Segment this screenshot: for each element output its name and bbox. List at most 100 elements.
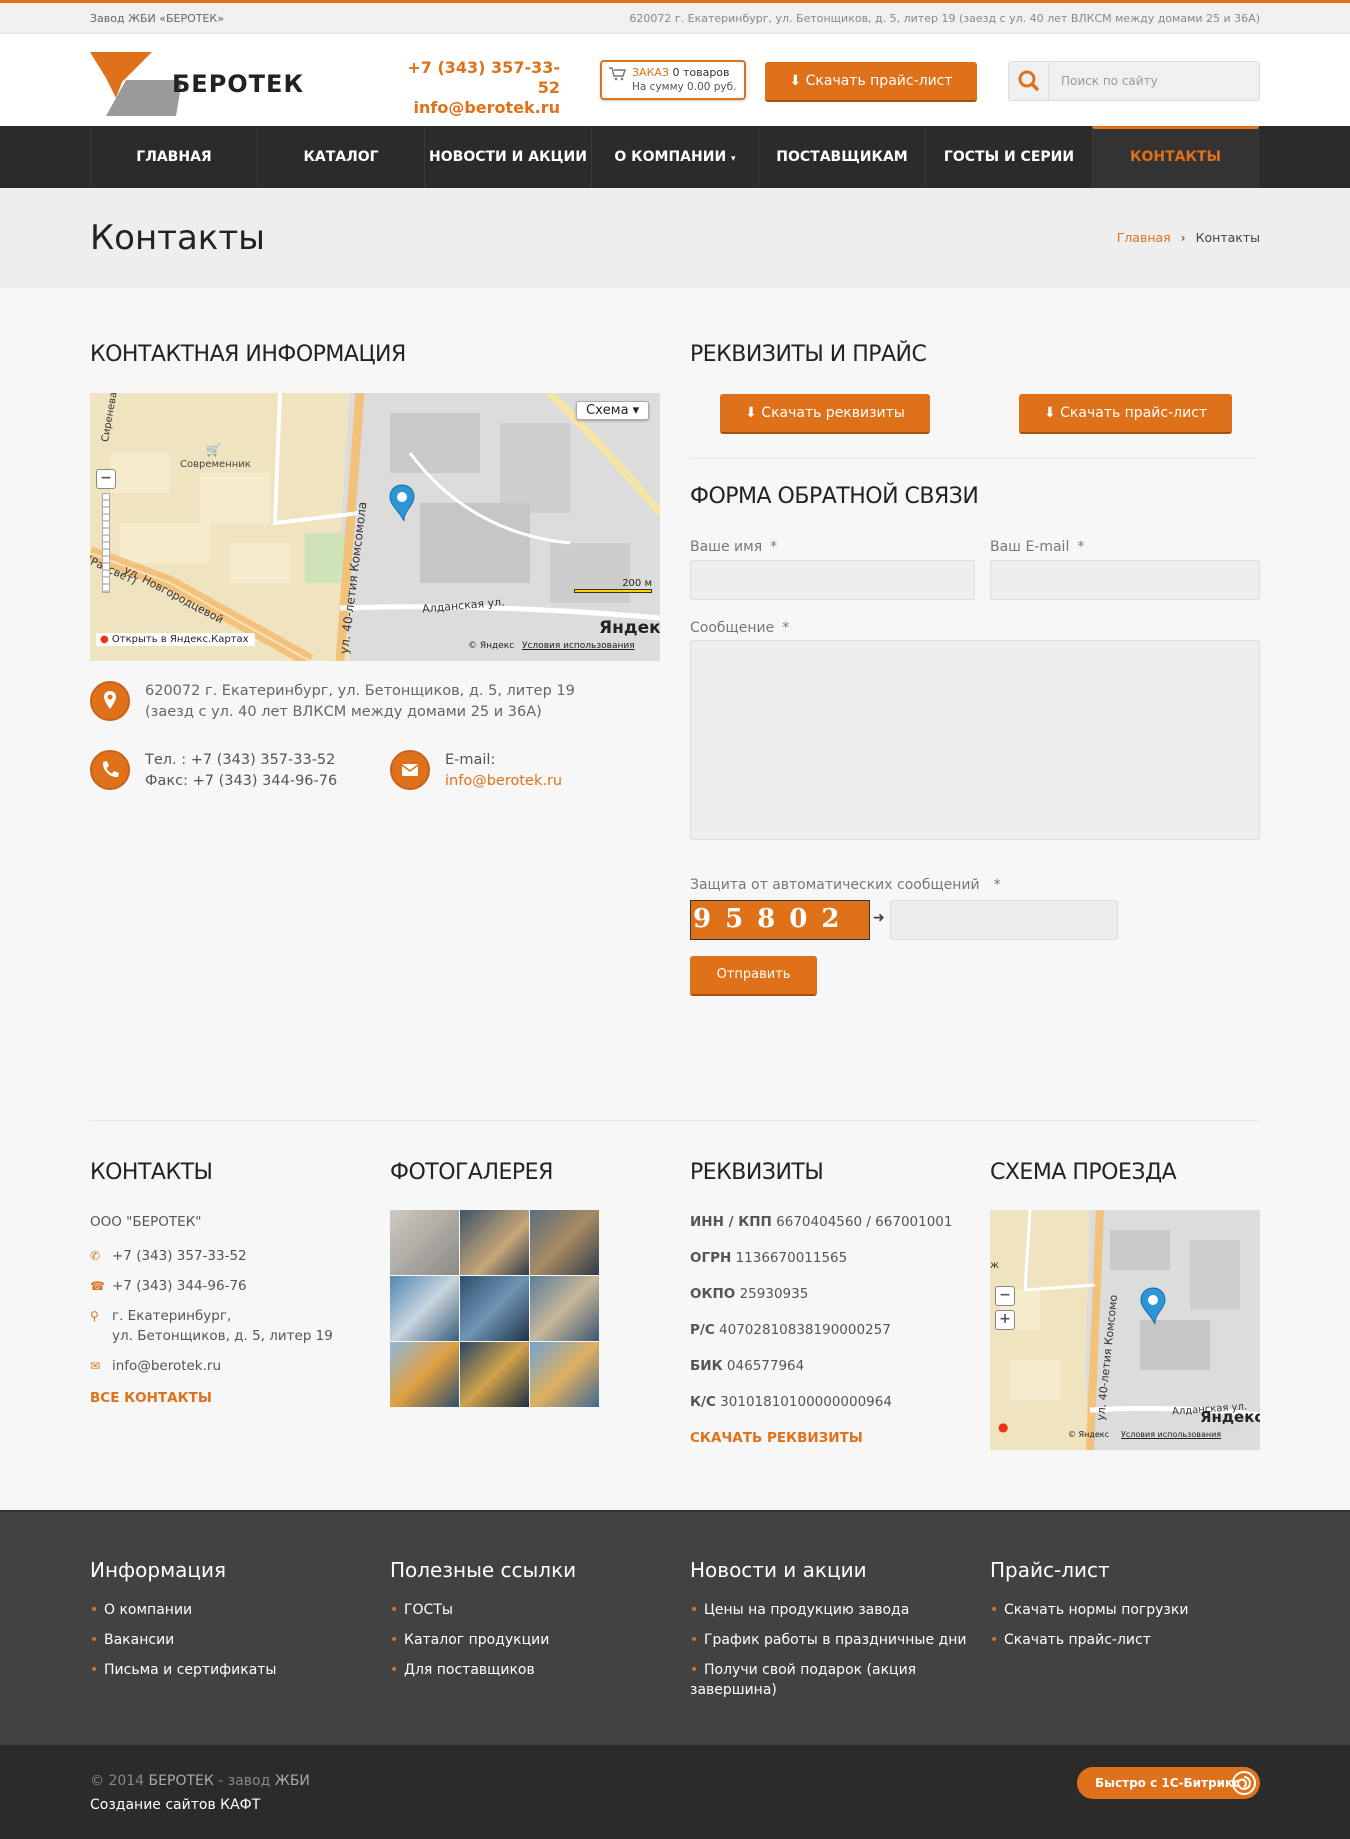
gallery-thumb[interactable] — [530, 1276, 599, 1341]
footer-link[interactable]: Получи свой подарок (акция — [690, 1660, 916, 1680]
map-terms-link[interactable]: Условия использования — [522, 641, 635, 651]
email-block: E-mail: info@berotek.ru — [445, 750, 562, 792]
gallery-thumb[interactable] — [460, 1276, 529, 1341]
address-block: 620072 г. Екатеринбург, ул. Бетонщиков, … — [145, 681, 575, 723]
topbar-company: Завод ЖБИ «БЕРОТЕК» — [90, 12, 224, 25]
site-creator-link[interactable]: Создание сайтов КАФТ — [90, 1797, 260, 1813]
search-box[interactable]: Поиск по сайту — [1008, 61, 1260, 101]
gallery-thumb[interactable] — [460, 1210, 529, 1275]
captcha-label: Защита от автоматических сообщений * — [690, 877, 1001, 893]
name-field[interactable] — [690, 560, 975, 600]
map-pin-icon — [1140, 1287, 1166, 1325]
footer-fax: ☎ +7 (343) 344-96-76 — [90, 1278, 247, 1294]
download-requisites-button[interactable]: ⬇ Скачать реквизиты — [720, 394, 930, 434]
message-textarea[interactable] — [690, 640, 1260, 840]
zoom-track[interactable] — [102, 493, 110, 593]
shopping-cart-icon: 🛒 — [206, 443, 221, 457]
gallery-thumb[interactable] — [390, 1210, 459, 1275]
gallery-thumb[interactable] — [390, 1342, 459, 1407]
footer-link[interactable]: Скачать нормы погрузки — [990, 1600, 1188, 1620]
captcha-code: 95802 — [693, 904, 854, 934]
search-icon[interactable] — [1009, 62, 1049, 100]
footer-link[interactable]: О компании — [90, 1600, 192, 1620]
map-copyright: © Яндекс — [468, 641, 515, 651]
footer-link[interactable]: Скачать прайс-лист — [990, 1630, 1151, 1650]
gallery-thumb[interactable] — [530, 1342, 599, 1407]
zoom-out-icon[interactable]: − — [96, 469, 116, 489]
all-contacts-link[interactable]: ВСЕ КОНТАКТЫ — [90, 1390, 212, 1406]
footer-link-continuation[interactable]: завершина) — [690, 1680, 777, 1700]
email-field[interactable] — [990, 560, 1260, 600]
location-icon — [90, 681, 130, 721]
footer-col-title: Полезные ссылки — [390, 1558, 577, 1582]
open-yandex-maps-link[interactable]: ● Открыть в Яндекс.Картах — [96, 633, 255, 646]
zoom-slider[interactable]: − — [96, 469, 116, 599]
phone-block: Тел. : +7 (343) 357-33-52 Факс: +7 (343)… — [145, 750, 337, 792]
gallery-thumb[interactable] — [530, 1210, 599, 1275]
footer-link[interactable]: График работы в праздничные дни — [690, 1630, 967, 1650]
phone-icon: ✆ — [90, 1249, 101, 1263]
nav-item-catalog[interactable]: КАТАЛОГ — [257, 126, 424, 188]
map-terms-link[interactable]: Условия использования — [1121, 1430, 1221, 1439]
photo-gallery — [390, 1210, 600, 1407]
footer-contacts-heading: КОНТАКТЫ — [90, 1160, 213, 1185]
requisite-row: ИНН / КПП 6670404560 / 667001001 — [690, 1214, 953, 1230]
map-poi-label: Современник — [180, 459, 251, 470]
requisite-row: К/С 30101810100000000964 — [690, 1394, 892, 1410]
email-link[interactable]: info@berotek.ru — [445, 773, 562, 789]
map-scale: 200 м — [574, 578, 652, 593]
contact-map[interactable]: ул. 40-летия Комсомола Алданская ул. ул.… — [90, 393, 660, 661]
cart-widget[interactable]: ЗАКАЗ 0 товаров На сумму 0.00 руб. — [600, 60, 746, 100]
cart-label: ЗАКАЗ — [632, 66, 669, 79]
topbar-address: 620072 г. Екатеринбург, ул. Бетонщиков, … — [629, 12, 1260, 25]
header-email[interactable]: info@berotek.ru — [406, 98, 560, 118]
route-map-heading: СХЕМА ПРОЕЗДА — [990, 1160, 1177, 1185]
footer-email[interactable]: ✉ info@berotek.ru — [90, 1356, 221, 1376]
map-street-label: ж — [990, 1260, 1000, 1271]
cart-count: 0 товаров — [672, 66, 730, 79]
zoom-out-icon[interactable]: − — [995, 1286, 1015, 1306]
footer-link[interactable]: Для поставщиков — [390, 1660, 535, 1680]
name-label: Ваше имя * — [690, 539, 778, 555]
nav-item-about[interactable]: О КОМПАНИИ ▾ — [591, 126, 758, 188]
nav-item-home[interactable]: ГЛАВНАЯ — [90, 126, 257, 188]
footer-link[interactable]: Каталог продукции — [390, 1630, 549, 1650]
tel-line: Тел. : +7 (343) 357-33-52 — [145, 752, 336, 768]
caret-down-icon: ▾ — [731, 154, 736, 164]
zoom-in-icon[interactable]: + — [995, 1310, 1015, 1330]
submit-button[interactable]: Отправить — [690, 956, 817, 996]
divider — [90, 1120, 1260, 1121]
footer-link[interactable]: Письма и сертификаты — [90, 1660, 277, 1680]
envelope-icon — [390, 750, 430, 790]
map-marker-icon: ⚲ — [90, 1309, 99, 1323]
requisite-row: Р/С 40702810838190000257 — [690, 1322, 891, 1338]
cart-sum: На сумму 0.00 руб. — [632, 81, 737, 93]
nav-item-news[interactable]: НОВОСТИ И АКЦИИ — [424, 126, 591, 188]
open-yandex-maps-label: Открыть в Яндекс.Картах — [111, 634, 249, 645]
yandex-pin-icon: ● — [100, 634, 109, 645]
search-input[interactable]: Поиск по сайту — [1061, 74, 1158, 88]
footer-phone: ✆ +7 (343) 357-33-52 — [90, 1248, 247, 1264]
download-pricelist-button[interactable]: ⬇ Скачать прайс-лист — [1019, 394, 1232, 434]
footer-link[interactable]: ГОСТы — [390, 1600, 453, 1620]
breadcrumb-home[interactable]: Главная — [1117, 230, 1171, 245]
yandex-pin-icon[interactable]: ● — [998, 1420, 1008, 1434]
download-requisites-link[interactable]: СКАЧАТЬ РЕКВИЗИТЫ — [690, 1430, 863, 1446]
gallery-thumb[interactable] — [390, 1276, 459, 1341]
route-map[interactable]: ул. 40-летия Комсомо Алданская ул. ж − +… — [990, 1210, 1260, 1450]
download-price-button[interactable]: ⬇ Скачать прайс-лист — [765, 62, 977, 102]
bottom-bar: © 2014 БЕРОТЕК - завод ЖБИ Создание сайт… — [0, 1745, 1350, 1839]
captcha-input[interactable] — [890, 900, 1118, 940]
message-label: Сообщение * — [690, 620, 790, 636]
site-logo[interactable]: БЕРОТЕК — [90, 52, 330, 116]
header-phone[interactable]: +7 (343) 357-33-52 — [406, 58, 560, 98]
nav-item-gost[interactable]: ГОСТЫ И СЕРИИ — [925, 126, 1092, 188]
gallery-thumb[interactable] — [460, 1342, 529, 1407]
nav-item-contacts[interactable]: КОНТАКТЫ — [1092, 126, 1259, 188]
footer-link[interactable]: Цены на продукцию завода — [690, 1600, 909, 1620]
nav-item-suppliers[interactable]: ПОСТАВЩИКАМ — [758, 126, 925, 188]
map-type-select[interactable]: Схема ▾ — [576, 401, 650, 420]
footer-link[interactable]: Вакансии — [90, 1630, 174, 1650]
top-bar: Завод ЖБИ «БЕРОТЕК» 620072 г. Екатеринбу… — [0, 0, 1350, 34]
bitrix-badge[interactable]: Быстро с 1С-Битрикс — [1077, 1767, 1260, 1799]
